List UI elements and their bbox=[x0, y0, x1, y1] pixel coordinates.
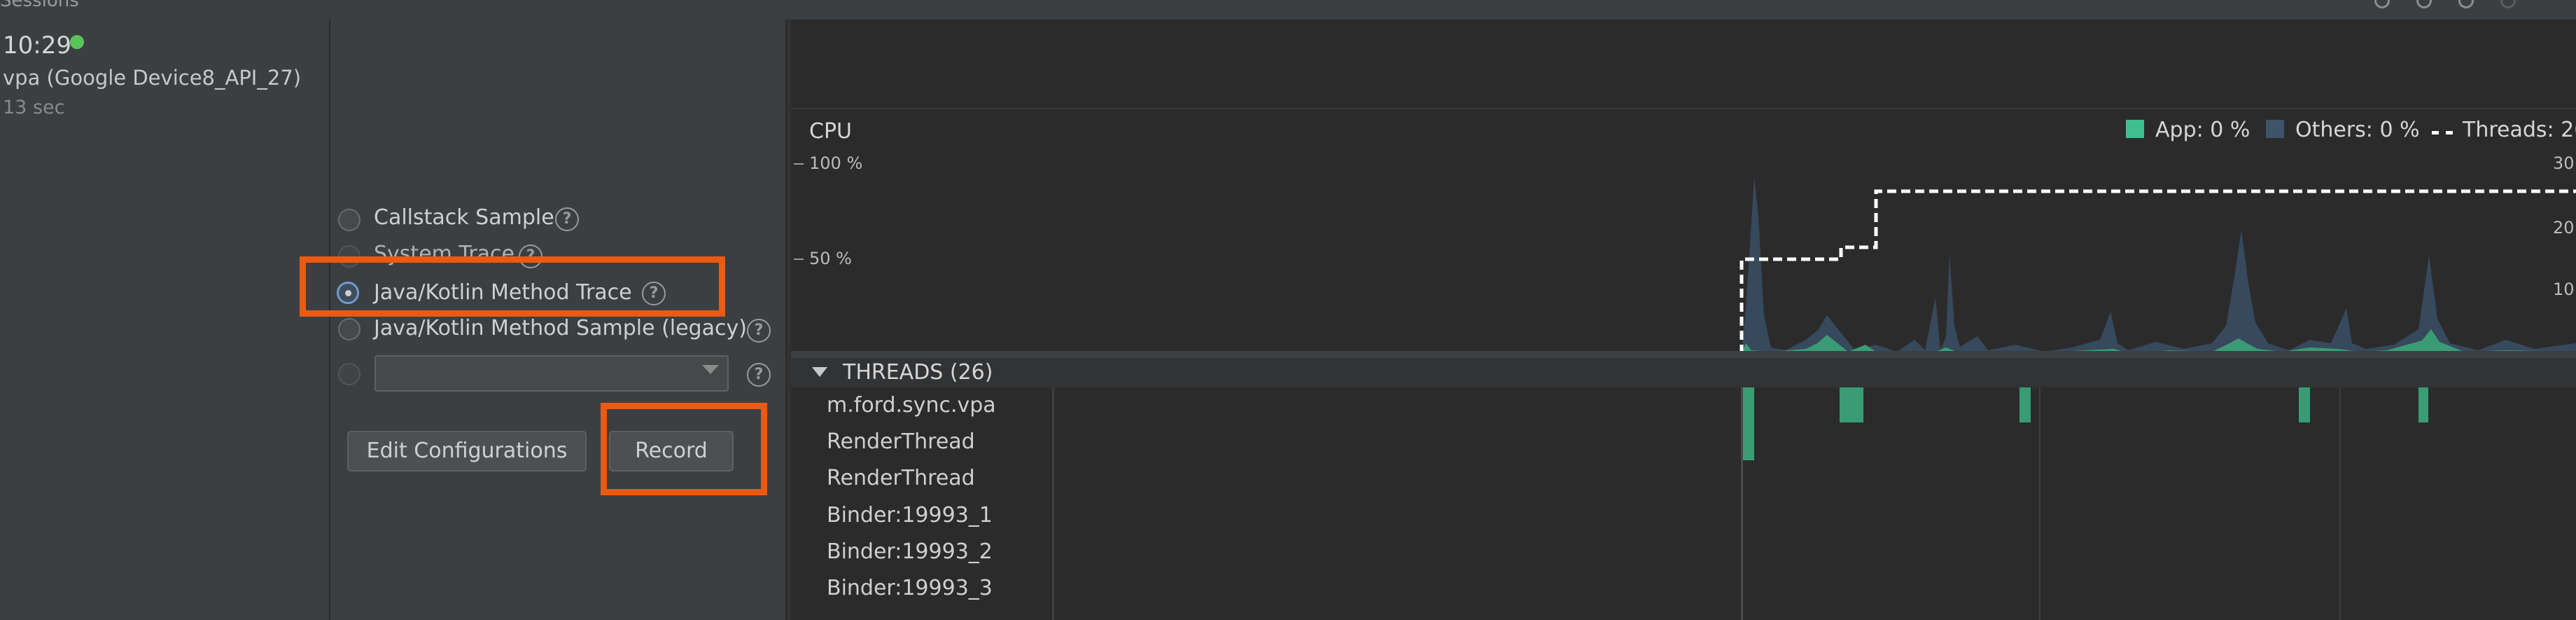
session-name[interactable]: vpa (Google Device8_API_27) bbox=[3, 66, 301, 90]
thread-row-label[interactable]: Binder:19993_2 bbox=[827, 539, 993, 564]
cpu-title: CPU bbox=[809, 119, 852, 144]
chevron-down-icon bbox=[702, 365, 719, 374]
toolbar-circle-icon[interactable] bbox=[2374, 0, 2390, 8]
session-duration: 13 sec bbox=[3, 97, 65, 118]
others-legend-swatch bbox=[2266, 120, 2284, 138]
callstack-sample-radio[interactable] bbox=[338, 209, 360, 231]
thread-row-label[interactable]: Binder:19993_1 bbox=[827, 503, 993, 528]
toolbar-circle-icon[interactable] bbox=[2458, 0, 2474, 8]
thread-row-label[interactable]: Binder:19993_3 bbox=[827, 576, 993, 600]
session-live-indicator-icon bbox=[70, 35, 84, 49]
toolbar-circle-icon[interactable] bbox=[2416, 0, 2432, 8]
thread-activity-segment bbox=[2299, 387, 2310, 422]
y-tick bbox=[794, 259, 804, 260]
threads-header[interactable] bbox=[791, 358, 2576, 387]
thread-activity-segment bbox=[2019, 387, 2031, 422]
java-kotlin-method-sample-radio[interactable] bbox=[338, 318, 360, 340]
help-icon[interactable]: ? bbox=[747, 363, 771, 387]
cpu-usage-chart bbox=[1740, 177, 2576, 354]
top-toolbar: Sessions bbox=[0, 0, 2576, 21]
help-icon[interactable]: ? bbox=[747, 319, 771, 343]
others-legend-label: Others: 0 % bbox=[2295, 118, 2420, 142]
threads-title: THREADS (26) bbox=[843, 360, 993, 385]
custom-config-radio[interactable] bbox=[338, 363, 360, 385]
time-gridline bbox=[2339, 387, 2341, 620]
session-time[interactable]: 10:29 bbox=[3, 32, 71, 60]
panel-splitter[interactable] bbox=[791, 351, 2576, 358]
others-cpu-area bbox=[1742, 177, 2576, 354]
y-axis-label-100: 100 % bbox=[809, 153, 863, 173]
app-legend-swatch bbox=[2126, 120, 2144, 138]
toolbar-circle-icon[interactable] bbox=[2500, 0, 2516, 8]
y-axis-label-50: 50 % bbox=[809, 249, 852, 268]
threads-legend-swatch bbox=[2432, 131, 2453, 135]
threads-count-line bbox=[1740, 189, 2576, 354]
dropdown-wrapper bbox=[374, 355, 729, 392]
callstack-sample-label[interactable]: Callstack Sample bbox=[374, 205, 554, 230]
threads-legend-label: Threads: 26 bbox=[2463, 118, 2576, 142]
thread-row-label[interactable]: m.ford.sync.vpa bbox=[827, 393, 996, 418]
java-kotlin-method-sample-label[interactable]: Java/Kotlin Method Sample (legacy) bbox=[374, 316, 747, 340]
thread-activity-tracks[interactable] bbox=[1054, 387, 2576, 620]
event-timeline-area bbox=[791, 20, 2576, 109]
collapse-triangle-icon[interactable] bbox=[812, 367, 827, 377]
thread-activity-segment bbox=[1743, 387, 1754, 460]
time-gridline bbox=[2039, 387, 2040, 620]
highlight-box-method-trace bbox=[300, 256, 725, 317]
edit-configurations-button[interactable]: Edit Configurations bbox=[347, 431, 587, 471]
thread-activity-segment bbox=[1840, 387, 1863, 422]
help-icon[interactable]: ? bbox=[555, 207, 579, 231]
thread-activity-segment bbox=[2418, 387, 2428, 422]
thread-row-label[interactable]: RenderThread bbox=[827, 429, 975, 454]
app-legend-label: App: 0 % bbox=[2155, 118, 2250, 142]
thread-row-label[interactable]: RenderThread bbox=[827, 466, 975, 490]
sessions-label: Sessions bbox=[0, 0, 79, 11]
highlight-box-record bbox=[601, 403, 767, 495]
y-tick bbox=[794, 163, 804, 165]
